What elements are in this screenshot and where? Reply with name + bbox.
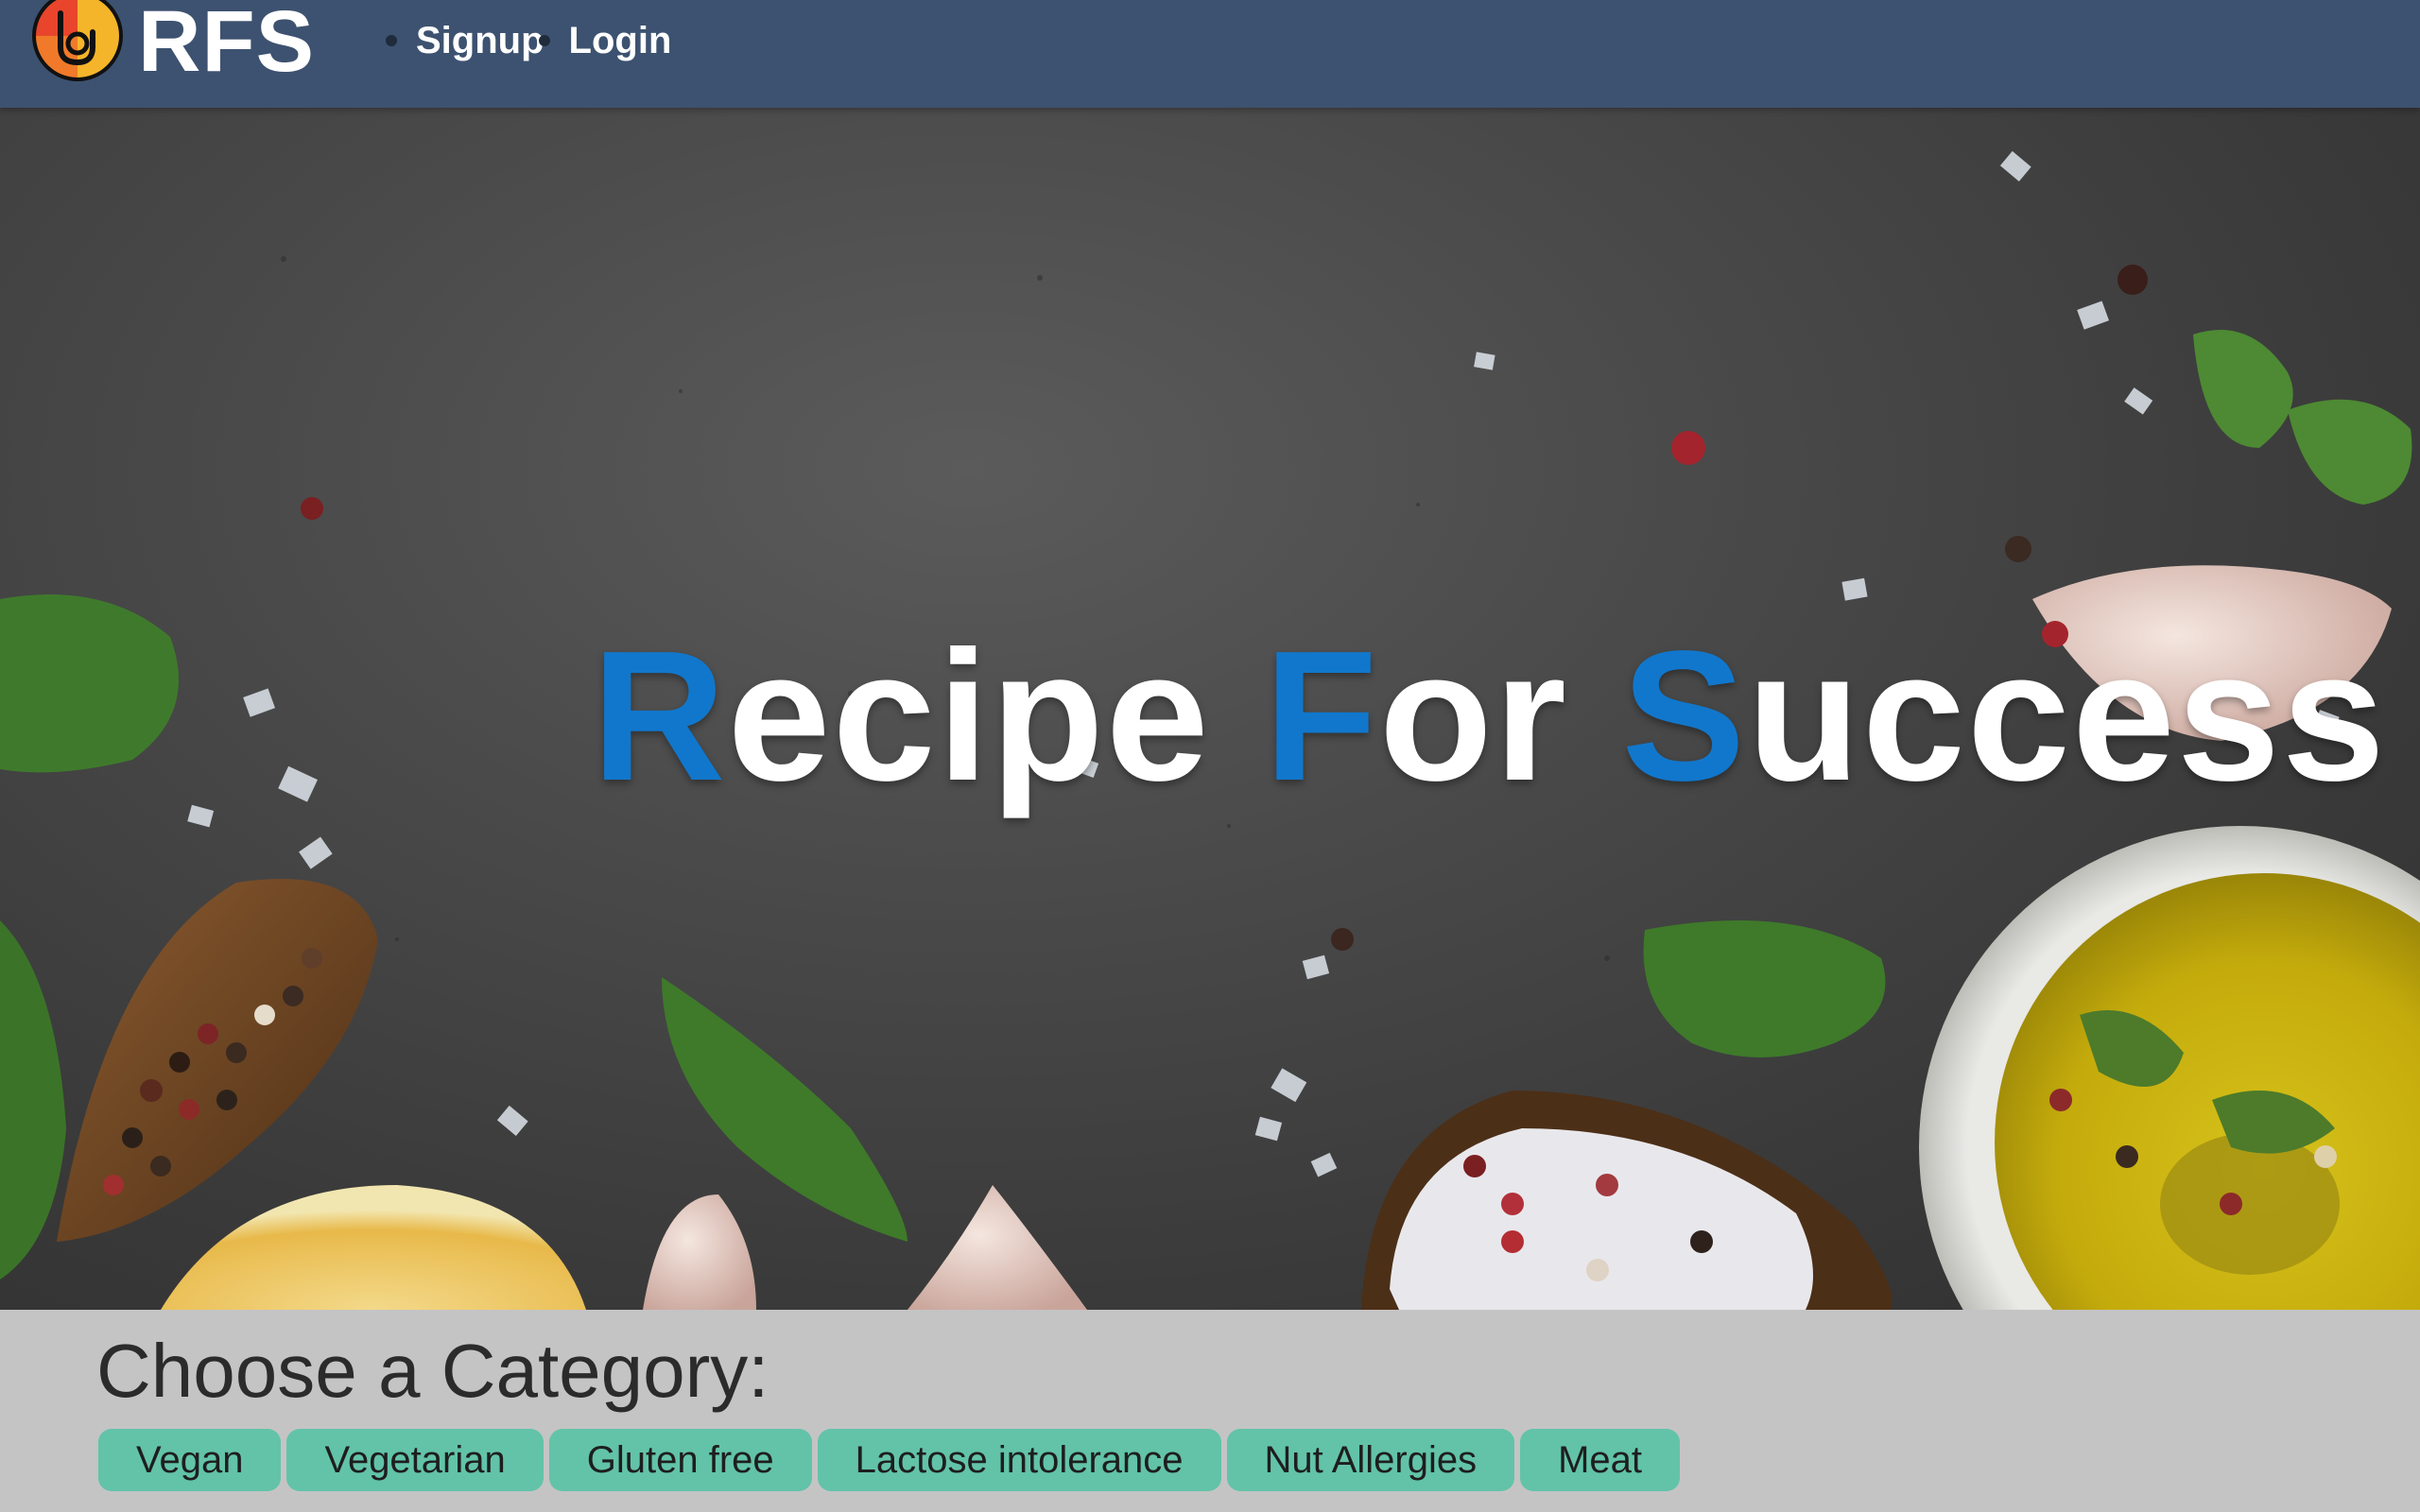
- category-section: Choose a Category: Vegan Vegetarian Glut…: [0, 1310, 2420, 1512]
- category-heading: Choose a Category:: [96, 1329, 769, 1413]
- nav-signup-link[interactable]: Signup: [416, 20, 544, 62]
- category-chip-gluten-free[interactable]: Gluten free: [548, 1429, 812, 1491]
- hero-title-s: S: [1621, 612, 1748, 819]
- category-chip-vegan[interactable]: Vegan: [98, 1429, 282, 1491]
- category-chip-list: Vegan Vegetarian Gluten free Lactose int…: [98, 1429, 1681, 1491]
- hero-title-or: or: [1378, 612, 1568, 819]
- category-chip-lactose-intolerance[interactable]: Lactose intolerance: [817, 1429, 1221, 1491]
- brand-name[interactable]: RFS: [138, 0, 315, 85]
- nav-login-link[interactable]: Login: [569, 20, 672, 62]
- nav-bullet-icon: [386, 35, 397, 46]
- hero-title-uccess: uccess: [1747, 612, 2387, 819]
- category-chip-vegetarian[interactable]: Vegetarian: [286, 1429, 544, 1491]
- nav-menu: Signup Login: [386, 15, 690, 66]
- hero-banner: Recipe For Success: [0, 108, 2420, 1310]
- nav-bullet-icon: [538, 35, 550, 46]
- hero-title-f: F: [1264, 612, 1379, 819]
- hero-title: Recipe For Success: [592, 612, 2387, 820]
- hero-title-ecipe: ecipe: [727, 612, 1211, 819]
- hero-title-r: R: [592, 612, 728, 819]
- category-chip-nut-allergies[interactable]: Nut Allergies: [1226, 1429, 1515, 1491]
- category-chip-meat[interactable]: Meat: [1520, 1429, 1681, 1491]
- top-navbar: RFS Signup Login: [0, 0, 2420, 108]
- rfs-hand-logo-icon[interactable]: [28, 0, 129, 89]
